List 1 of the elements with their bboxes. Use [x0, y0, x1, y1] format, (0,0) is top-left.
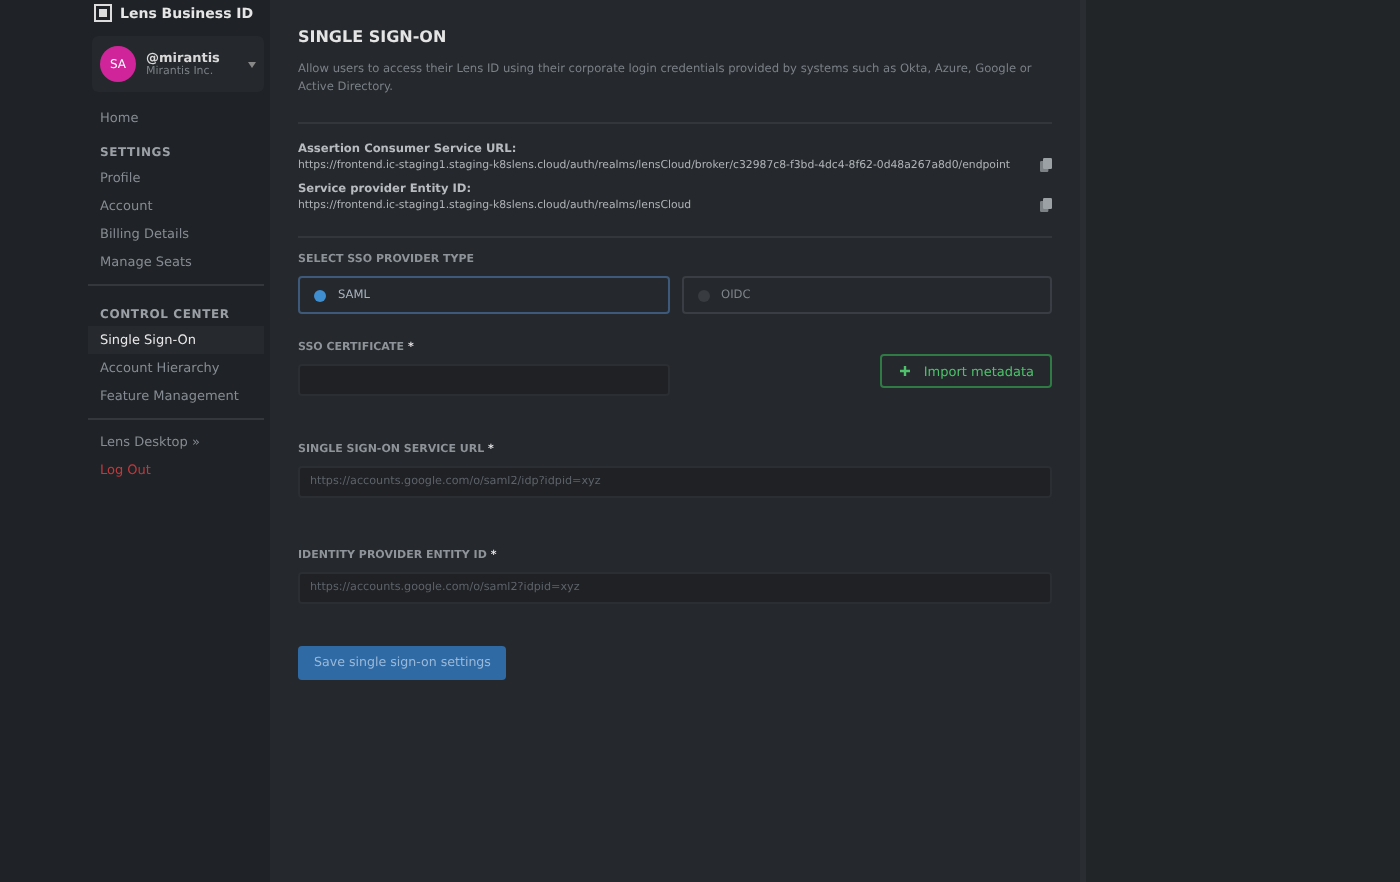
page-title: SINGLE SIGN-ON	[298, 28, 449, 46]
